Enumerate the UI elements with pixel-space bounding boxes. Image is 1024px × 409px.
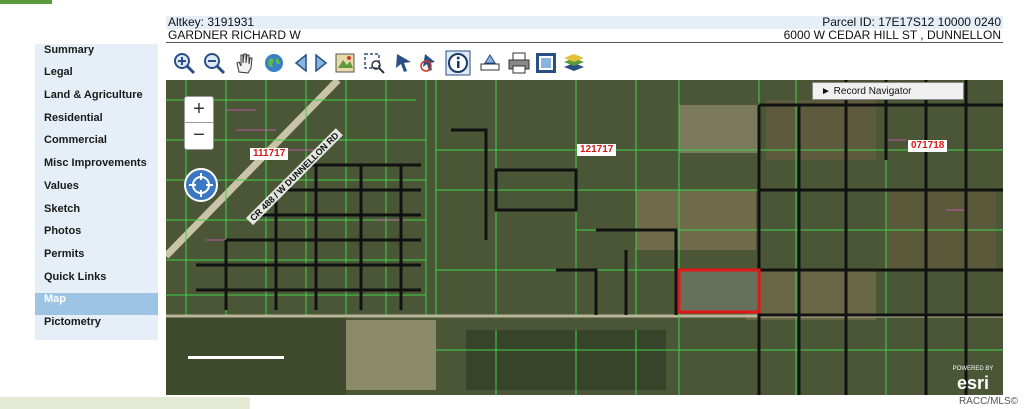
locate-crosshair-icon[interactable] xyxy=(184,168,218,202)
esri-logo: POWERED BY esri xyxy=(948,366,998,393)
identify-icon[interactable] xyxy=(391,50,417,76)
zoom-out-icon[interactable] xyxy=(201,50,227,76)
sidebar-item-values[interactable]: Values xyxy=(35,180,158,202)
map-toolbar xyxy=(166,46,1003,80)
watermark xyxy=(0,397,250,409)
sidebar-item-photos[interactable]: Photos xyxy=(35,225,158,247)
sidebar-item-map[interactable]: Map xyxy=(35,293,158,315)
sidebar-item-misc-improvements[interactable]: Misc Improvements xyxy=(35,157,158,179)
owner-name: GARDNER RICHARD W xyxy=(168,28,301,42)
record-navigator-button[interactable]: ► Record Navigator xyxy=(812,82,964,100)
esri-powered-by: POWERED BY xyxy=(952,366,994,372)
sidebar-item-summary[interactable]: Summary xyxy=(35,44,158,66)
esri-wordmark: esri xyxy=(956,373,990,393)
sidebar-item-quick-links[interactable]: Quick Links xyxy=(35,271,158,293)
layers-icon[interactable] xyxy=(561,50,587,76)
selected-parcel[interactable] xyxy=(677,268,761,314)
pan-hand-icon[interactable] xyxy=(231,50,257,76)
info-icon[interactable] xyxy=(445,50,471,76)
full-extent-icon[interactable] xyxy=(332,50,358,76)
map-zoom-out-button[interactable]: − xyxy=(184,122,214,150)
export-icon[interactable] xyxy=(533,50,559,76)
sidebar-item-residential[interactable]: Residential xyxy=(35,112,158,134)
parcel-info-bar: Altkey: 3191931 Parcel ID: 17E17S12 1000… xyxy=(166,16,1003,43)
sidebar-item-legal[interactable]: Legal xyxy=(35,66,158,88)
scale-bar xyxy=(188,356,284,359)
map-zoom-in-button[interactable]: + xyxy=(184,96,214,124)
print-icon[interactable] xyxy=(506,50,532,76)
section-label: 111717 xyxy=(250,148,289,160)
sidebar-item-commercial[interactable]: Commercial xyxy=(35,134,158,156)
next-extent-icon[interactable] xyxy=(307,50,333,76)
logo xyxy=(0,0,52,4)
footer: RACC/MLS© xyxy=(0,395,1024,409)
sidebar-item-land-agriculture[interactable]: Land & Agriculture xyxy=(35,89,158,111)
aerial-imagery xyxy=(166,80,1003,395)
buffer-icon[interactable] xyxy=(477,50,503,76)
property-address: 6000 W CEDAR HILL ST , DUNNELLON xyxy=(783,28,1001,42)
sidebar: Summary Legal Land & Agriculture Residen… xyxy=(35,44,158,340)
select-icon[interactable] xyxy=(361,50,387,76)
measure-icon[interactable] xyxy=(417,50,443,76)
globe-icon[interactable] xyxy=(261,50,287,76)
listing-credit: RACC/MLS© xyxy=(958,396,1018,407)
zoom-in-icon[interactable] xyxy=(171,50,197,76)
section-label: 121717 xyxy=(577,144,617,156)
map-viewer[interactable]: + − ► Record Navigator 111717 121717 071… xyxy=(166,80,1003,395)
sidebar-item-permits[interactable]: Permits xyxy=(35,248,158,270)
section-label: 071718 xyxy=(908,140,948,152)
app-banner xyxy=(0,0,1024,14)
sidebar-item-sketch[interactable]: Sketch xyxy=(35,203,158,225)
sidebar-item-pictometry[interactable]: Pictometry xyxy=(35,316,158,338)
